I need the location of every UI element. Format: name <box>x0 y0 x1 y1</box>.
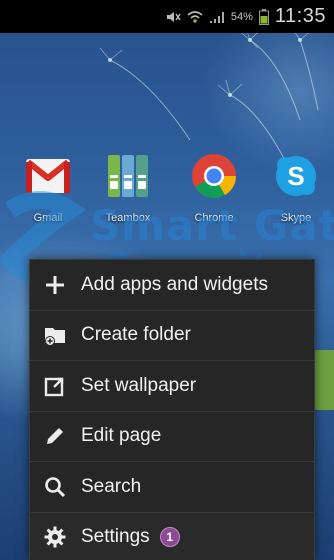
menu-item-edit-page[interactable]: Edit page <box>30 412 314 462</box>
options-menu: Add apps and widgets Create folder Set w… <box>29 259 315 560</box>
menu-item-create-folder[interactable]: Create folder <box>30 311 314 361</box>
menu-item-label: Search <box>81 475 142 497</box>
menu-item-add-apps-widgets[interactable]: Add apps and widgets <box>30 260 314 311</box>
folder-icon <box>42 322 68 348</box>
menu-item-label: Add apps and widgets <box>81 273 268 295</box>
menu-item-label: Set wallpaper <box>81 374 197 396</box>
skype-icon: S <box>270 150 322 202</box>
mute-icon <box>165 10 181 24</box>
menu-item-label: Create folder <box>81 324 191 346</box>
gear-icon <box>42 524 68 550</box>
side-widget-edge <box>314 350 334 410</box>
chrome-icon <box>188 150 240 202</box>
wallpaper-icon <box>42 373 68 399</box>
svg-text:S: S <box>287 161 304 191</box>
search-icon <box>42 474 68 500</box>
watermark-line1: Smart Gat <box>90 201 334 250</box>
battery-icon <box>258 8 269 25</box>
notification-badge: 1 <box>159 526 180 547</box>
battery-percent: 54% <box>230 10 253 23</box>
menu-item-label: Edit page <box>81 425 162 447</box>
pencil-icon <box>42 423 68 449</box>
menu-item-set-wallpaper[interactable]: Set wallpaper <box>30 361 314 412</box>
signal-icon <box>209 10 225 24</box>
wifi-icon <box>187 10 203 24</box>
plus-icon <box>42 272 68 298</box>
status-bar: 54% 11:35 <box>0 0 334 33</box>
clock: 11:35 <box>274 5 326 27</box>
menu-item-search[interactable]: Search <box>30 462 314 513</box>
menu-item-settings[interactable]: Settings 1 <box>30 512 314 560</box>
menu-item-label: Settings <box>81 525 150 547</box>
